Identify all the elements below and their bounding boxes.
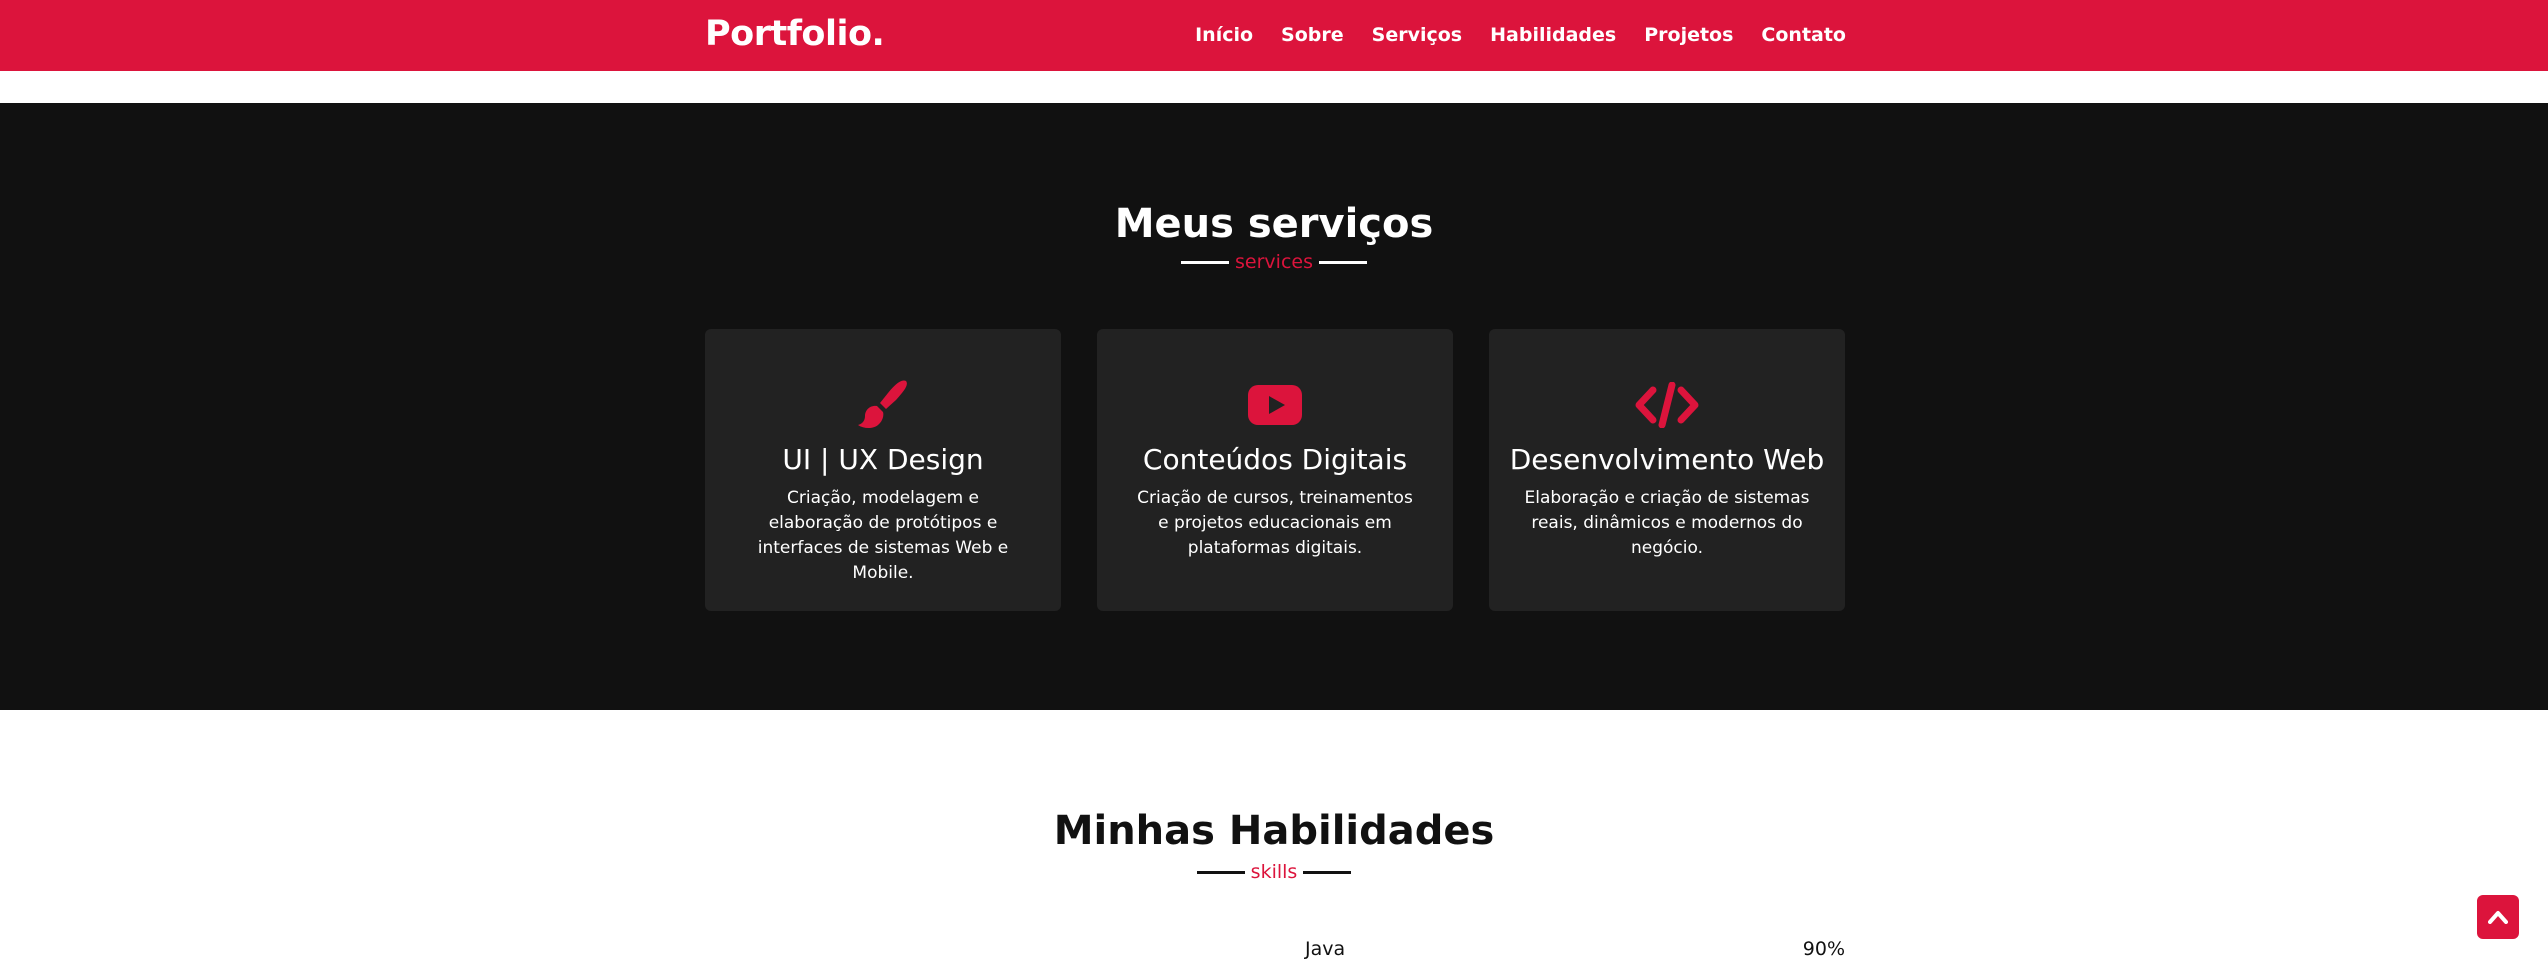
code-icon xyxy=(1489,379,1845,431)
services-subtitle: services xyxy=(0,251,2548,273)
skill-row: Java 90% xyxy=(1305,938,1845,960)
divider-line xyxy=(1318,260,1367,264)
service-card-digital: Conteúdos Digitais Criação de cursos, tr… xyxy=(1097,329,1453,611)
skill-name: Java xyxy=(1305,938,1346,960)
service-card-text: Elaboração e criação de sistemas reais, … xyxy=(1524,488,1810,558)
services-section: Meus serviços services UI | UX Design Cr… xyxy=(0,103,2548,710)
nav-link-habilidades[interactable]: Habilidades xyxy=(1490,24,1616,46)
skills-subtitle: skills xyxy=(0,861,2548,883)
service-card-webdev: Desenvolvimento Web Elaboração e criação… xyxy=(1489,329,1845,611)
nav-link-servicos[interactable]: Serviços xyxy=(1372,24,1462,46)
paintbrush-icon xyxy=(705,379,1061,431)
services-title: Meus serviços xyxy=(1114,201,1434,247)
nav-link-contato[interactable]: Contato xyxy=(1761,24,1846,46)
nav-menu: Início Sobre Serviços Habilidades Projet… xyxy=(1167,24,1846,46)
service-card-text: Criação, modelagem e elaboração de protó… xyxy=(757,488,1009,583)
service-card-title: Conteúdos Digitais xyxy=(1142,443,1408,476)
scroll-to-top-button[interactable] xyxy=(2477,895,2519,939)
divider-line xyxy=(1196,870,1245,874)
nav-link-inicio[interactable]: Início xyxy=(1195,24,1253,46)
services-cards: UI | UX Design Criação, modelagem e elab… xyxy=(705,329,1845,611)
service-card-title: Desenvolvimento Web xyxy=(1509,443,1825,476)
divider-line xyxy=(1181,260,1230,264)
skills-subtitle-text: skills xyxy=(1250,861,1298,883)
divider-line xyxy=(1303,870,1352,874)
services-subtitle-text: services xyxy=(1235,251,1313,273)
chevron-up-icon xyxy=(2488,911,2508,924)
service-card-uiux: UI | UX Design Criação, modelagem e elab… xyxy=(705,329,1061,611)
nav-link-projetos[interactable]: Projetos xyxy=(1644,24,1733,46)
logo[interactable]: Portfolio. xyxy=(705,14,885,54)
skills-title: Minhas Habilidades xyxy=(1053,808,1495,854)
nav-link-sobre[interactable]: Sobre xyxy=(1281,24,1344,46)
service-card-title: UI | UX Design xyxy=(782,443,984,476)
service-card-text: Criação de cursos, treinamentos e projet… xyxy=(1137,488,1413,558)
navbar: Portfolio. Início Sobre Serviços Habilid… xyxy=(0,0,2548,71)
youtube-icon xyxy=(1097,379,1453,431)
skill-percent: 90% xyxy=(1802,938,1845,960)
